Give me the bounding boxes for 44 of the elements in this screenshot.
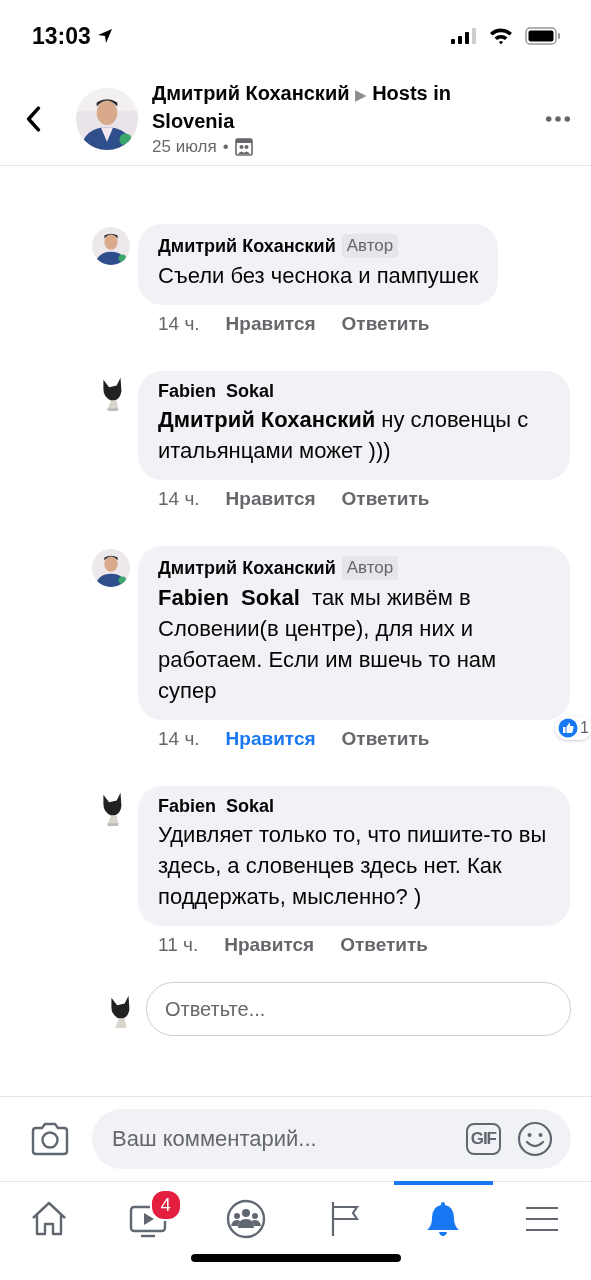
battery-icon	[525, 27, 561, 45]
comment-time: 14 ч.	[158, 313, 200, 335]
groups-icon	[226, 1199, 267, 1239]
comment-text: Дмитрий Коханский ну словенцы с итальянцами может )))	[158, 406, 530, 465]
like-link[interactable]: Нравится	[225, 728, 316, 750]
camera-icon[interactable]	[30, 1121, 70, 1157]
reply-field[interactable]: Ответьте...	[146, 982, 571, 1036]
comment-time: 14 ч.	[158, 728, 200, 750]
watch-tab[interactable]: 4	[98, 1181, 197, 1254]
author-badge: Автор	[341, 556, 399, 580]
signal-icon	[451, 28, 477, 44]
comment-field[interactable]: Ваш комментарий... GIF	[92, 1109, 571, 1169]
status-time: 13:03	[32, 22, 91, 50]
back-icon[interactable]	[24, 105, 42, 132]
like-icon	[558, 718, 579, 738]
comment-text: Съели без чеснока и пампушек	[158, 262, 479, 290]
location-arrow-icon	[96, 28, 113, 44]
reply-link[interactable]: Ответить	[341, 313, 430, 335]
reaction-number: 1	[580, 719, 589, 737]
comment-text: Fabien Sokal так мы живём в Словении(в центре), для них и работаем. Если им вшечь то нам супер	[158, 584, 498, 705]
like-link[interactable]: Нравится	[224, 934, 315, 956]
comment-author[interactable]: Дмитрий Коханский	[158, 235, 336, 257]
notification-badge: 4	[149, 1189, 182, 1221]
like-link[interactable]: Нравится	[225, 488, 316, 510]
emoji-icon[interactable]	[517, 1121, 553, 1157]
reply-link[interactable]: Ответить	[340, 934, 428, 956]
comment-text: Удивляет только то, что пишите-то вы здесь, а словенцев здесь нет. Как поддержать, мысленно? )	[158, 821, 548, 911]
post-title: Дмитрий Коханский ▶ Hosts in Slovenia	[152, 81, 453, 134]
more-icon[interactable]	[545, 114, 571, 123]
gif-button[interactable]: GIF	[465, 1123, 501, 1155]
comment-author[interactable]: Дмитрий Коханский	[158, 557, 336, 579]
comment-author[interactable]: Fabien Sokal	[158, 796, 275, 817]
post-date: 25 июля	[152, 137, 217, 157]
separator-dot: •	[222, 137, 229, 157]
comment-time: 11 ч.	[158, 934, 199, 956]
wifi-icon	[489, 27, 513, 45]
like-link[interactable]: Нравится	[225, 313, 316, 335]
reply-link[interactable]: Ответить	[341, 728, 430, 750]
group-audience-icon	[234, 138, 253, 156]
reaction-count[interactable]: 1	[555, 716, 591, 740]
reply-link[interactable]: Ответить	[341, 488, 430, 510]
comment-time: 14 ч.	[158, 488, 200, 510]
comment-author[interactable]: Fabien Sokal	[158, 381, 275, 402]
author-badge: Автор	[341, 234, 399, 258]
